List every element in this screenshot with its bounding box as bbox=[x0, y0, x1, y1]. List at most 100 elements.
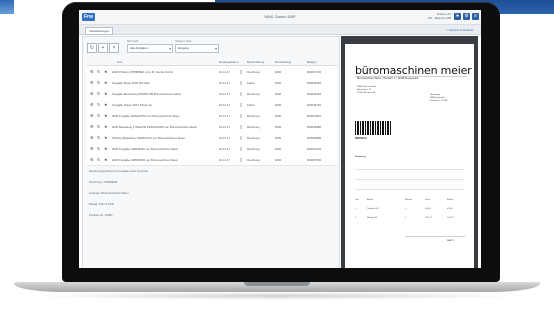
sync-icon[interactable]: ↻ bbox=[97, 124, 100, 129]
user-role: ES - Beauty-LRB bbox=[428, 16, 451, 20]
row-date: 01.12.17 bbox=[219, 114, 230, 118]
row-desc: Faktur bbox=[247, 81, 255, 85]
row-pos: 2000 bbox=[275, 136, 282, 140]
document-icon: ▯ bbox=[240, 91, 243, 96]
col-desc[interactable]: Beschreibung bbox=[247, 60, 264, 64]
row-date: 01.12.17 bbox=[219, 92, 230, 96]
star-icon[interactable]: ★ bbox=[104, 124, 108, 129]
user-icon[interactable]: ● bbox=[454, 13, 461, 20]
refresh-icon[interactable]: ↻ bbox=[87, 43, 97, 53]
document-icon: ▯ bbox=[240, 124, 243, 129]
item-qty: 1 bbox=[405, 208, 407, 210]
star-icon[interactable]: ★ bbox=[104, 113, 108, 118]
user-info[interactable]: Frank Lutz ES - Beauty-LRB bbox=[428, 12, 451, 20]
gear-icon[interactable]: ⚙ bbox=[90, 135, 94, 140]
row-date: 01.12.17 bbox=[219, 125, 230, 129]
sort-select[interactable]: Eingang ▾ bbox=[175, 44, 219, 53]
col-num[interactable]: Belegnr. bbox=[307, 60, 317, 64]
item-amount: 141,71 bbox=[447, 217, 454, 219]
barcode-icon bbox=[355, 121, 391, 135]
filter-value: Alle Aufgaben bbox=[130, 46, 149, 50]
sync-icon[interactable]: ↻ bbox=[97, 102, 100, 107]
gear-icon[interactable]: ⚙ bbox=[90, 69, 94, 74]
address-line: 12345 Musterstadt bbox=[357, 92, 376, 94]
star-icon[interactable]: ★ bbox=[104, 80, 108, 85]
row-pos: 2000 bbox=[275, 147, 282, 151]
row-text: Freigabe Bestellung 4000001785 Büromasch… bbox=[112, 92, 182, 96]
row-date: 01.12.17 bbox=[219, 103, 230, 107]
laptop-notch bbox=[244, 282, 310, 286]
sync-icon[interactable]: ↻ bbox=[97, 80, 100, 85]
sync-icon[interactable]: ↻ bbox=[97, 69, 100, 74]
document-icon: ▯ bbox=[240, 113, 243, 118]
row-text: Freigabe Beleg 2000 Mid Stall bbox=[112, 81, 150, 85]
item-header-pos: Pos. bbox=[355, 199, 360, 201]
star-icon[interactable]: ★ bbox=[104, 102, 108, 107]
sync-icon[interactable]: ↻ bbox=[97, 135, 100, 140]
decor-corner bbox=[0, 0, 14, 14]
detail-line: Betrag: 186,71 EUR bbox=[89, 202, 115, 206]
sync-icon[interactable]: ↻ bbox=[97, 146, 100, 151]
gear-icon[interactable]: ⚙ bbox=[90, 157, 94, 162]
gear-icon[interactable]: ⚙ bbox=[90, 124, 94, 129]
chevron-down-icon: ▾ bbox=[168, 46, 171, 51]
row-pos: 2000 bbox=[275, 103, 282, 107]
gear-icon[interactable]: ⚙ bbox=[90, 102, 94, 107]
settings-icon[interactable]: ⚙ bbox=[463, 13, 470, 20]
document-icon: ▯ bbox=[240, 69, 243, 74]
row-date: 01.12.17 bbox=[219, 158, 230, 162]
row-pos: 2000 bbox=[275, 158, 282, 162]
row-num: 000007952 bbox=[307, 158, 321, 162]
col-date[interactable]: Eingangsdatum bbox=[219, 60, 238, 64]
document-icon: ▯ bbox=[240, 157, 243, 162]
sync-icon[interactable]: ↻ bbox=[97, 91, 100, 96]
add-icon[interactable]: + bbox=[98, 43, 108, 53]
gear-icon[interactable]: ⚙ bbox=[90, 91, 94, 96]
row-num: 000007323 bbox=[307, 147, 321, 151]
row-text: 2000 Freigabe 198536661 von Büromaschine… bbox=[112, 147, 179, 151]
detail-line: Position Nr.: 10001 bbox=[89, 213, 113, 217]
worklist-toolbar: ↻ + × Filter Feld Alle Aufgaben ▾ Sortie… bbox=[87, 40, 337, 53]
gear-icon[interactable]: ⚙ bbox=[90, 80, 94, 85]
sort-value: Eingang bbox=[178, 46, 190, 50]
item-article: Monitor 24 bbox=[367, 217, 378, 219]
star-icon[interactable]: ★ bbox=[104, 146, 108, 151]
document-icon: ▯ bbox=[240, 80, 243, 85]
item-pos: 2 bbox=[355, 217, 357, 219]
row-desc: Rechnung bbox=[247, 92, 260, 96]
col-text[interactable]: Text bbox=[117, 60, 122, 64]
sync-icon[interactable]: ↻ bbox=[97, 113, 100, 118]
invoice-document[interactable]: büromaschinen meier Büromaschinen Meier … bbox=[345, 44, 474, 268]
document-viewer: büromaschinen meier Büromaschinen Meier … bbox=[341, 36, 478, 268]
item-amount: 45,00 bbox=[447, 208, 453, 210]
star-icon[interactable]: ★ bbox=[104, 91, 108, 96]
worklist-pane: ↻ + × Filter Feld Alle Aufgaben ▾ Sortie… bbox=[82, 36, 340, 268]
row-text: 2000 Prüfung 1788685EK von I.M. Neuhe Gm… bbox=[112, 70, 173, 74]
gear-icon[interactable]: ⚙ bbox=[90, 113, 94, 118]
filter-select[interactable]: Alle Aufgaben ▾ bbox=[127, 44, 173, 53]
table-row[interactable]: ⚙ ↻ ★ 2000 Freigabe 198536663 von Büroma… bbox=[87, 154, 337, 166]
info-line: Kundennr.: 12345 bbox=[430, 100, 448, 102]
item-header-article: Artikel bbox=[367, 199, 374, 201]
delete-icon[interactable]: × bbox=[109, 43, 119, 53]
app-shellbar: Frw MNS Gastro SAP Frank Lutz ES - Beaut… bbox=[79, 10, 481, 25]
chevron-down-icon: ▾ bbox=[214, 46, 217, 51]
row-date: 01.12.17 bbox=[219, 136, 230, 140]
row-num: 000008488 bbox=[307, 125, 321, 129]
tab-verarbeitungen[interactable]: Verarbeitungen bbox=[85, 27, 114, 35]
item-header-amount: Betrag bbox=[447, 199, 454, 201]
star-icon[interactable]: ★ bbox=[104, 157, 108, 162]
row-desc: Rechnung bbox=[247, 125, 260, 129]
star-icon[interactable]: ★ bbox=[104, 135, 108, 140]
row-date: 01.12.17 bbox=[219, 70, 230, 74]
menu-icon[interactable]: ≡ bbox=[472, 13, 479, 20]
row-num: 000029148 bbox=[307, 92, 321, 96]
back-link[interactable]: < Zurück zu Review bbox=[447, 27, 473, 33]
sync-icon[interactable]: ↻ bbox=[97, 157, 100, 162]
gear-icon[interactable]: ⚙ bbox=[90, 146, 94, 151]
col-pos[interactable]: Buchstellung bbox=[275, 60, 291, 64]
row-date: 01.12.17 bbox=[219, 147, 230, 151]
sender-line: Büromaschinen Meier | Hauptstr. 1 | 1234… bbox=[357, 77, 419, 80]
detail-line: Lieferant: Büromaschinen Meier bbox=[89, 191, 129, 195]
star-icon[interactable]: ★ bbox=[104, 69, 108, 74]
